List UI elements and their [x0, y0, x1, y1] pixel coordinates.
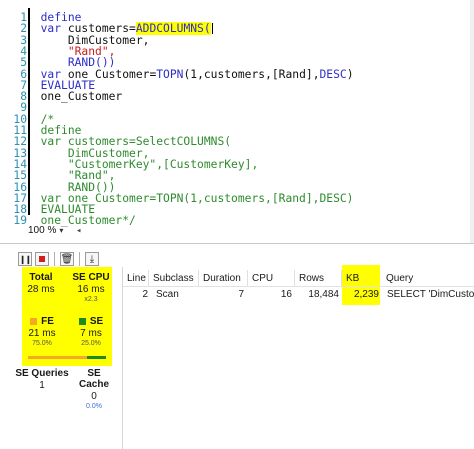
column-header-duration[interactable]: Duration [199, 270, 248, 286]
stat-se-queries-value: 1 [39, 380, 45, 391]
code-token: TOPN [156, 67, 184, 81]
export-button[interactable]: ⤓ [85, 252, 99, 266]
line-number: 5 [20, 56, 27, 70]
stat-se-cpu-label: SE CPU [72, 272, 110, 283]
trash-icon: 🗑 [60, 253, 74, 265]
line-number: 16 [13, 180, 27, 194]
stat-se-queries: SE Queries 1 [14, 368, 70, 391]
fe-ratio-segment [28, 356, 87, 359]
grid-header-divider [123, 286, 474, 287]
stat-se: SE 7 ms 25.0% [70, 316, 112, 347]
se-ratio-segment [87, 356, 106, 359]
chevron-down-icon[interactable]: ▾ [59, 226, 63, 235]
stat-se-cpu-value: 16 ms [77, 284, 105, 295]
code-token: (1,customers,[Rand], [183, 67, 320, 81]
line-number: 3 [20, 33, 27, 47]
zoom-level: 100 % [28, 225, 57, 236]
fe-se-ratio-bar [28, 356, 106, 359]
column-header-query[interactable]: Query [382, 270, 474, 286]
line-number: 2 [20, 22, 27, 36]
scroll-left-icon[interactable]: ◂ [76, 226, 81, 236]
vertical-scrollbar[interactable] [470, 0, 474, 243]
toolbar-separator [79, 252, 80, 266]
code-token: one_Customer [40, 90, 123, 104]
editor-gutter-line [28, 8, 30, 215]
stat-fe: FE 21 ms 75.0% [22, 316, 62, 347]
stat-se-cache-percent: 0.0% [86, 403, 102, 410]
line-number: 15 [13, 169, 27, 183]
stat-se-cpu-ratio: x2.3 [84, 296, 98, 303]
line-number: 12 [13, 135, 27, 149]
code-token: ) [346, 67, 354, 81]
cell-duration: 7 [238, 289, 244, 300]
stat-fe-label: FE [41, 316, 54, 327]
pause-button[interactable]: ❙❙ [18, 252, 32, 266]
stop-icon [39, 256, 45, 262]
toolbar-separator [54, 252, 55, 266]
stop-button[interactable] [35, 252, 49, 266]
pane-splitter[interactable] [0, 243, 474, 244]
stat-fe-value: 21 ms [28, 328, 56, 339]
column-header-cpu[interactable]: CPU [248, 270, 295, 286]
se-color-swatch [78, 317, 86, 325]
stat-total: Total 28 ms [24, 272, 58, 295]
server-timings-toolbar: ❙❙ 🗑 ⤓ [18, 251, 102, 267]
cell-kb: 2,239 [353, 289, 379, 300]
stat-fe-percent: 75.0% [32, 340, 52, 347]
cell-rows: 18,484 [308, 289, 339, 300]
line-number: 19 [13, 214, 27, 228]
stat-se-value: 7 ms [80, 328, 102, 339]
stat-se-cache-label: SE Cache [78, 368, 109, 390]
code-line: 19 one_Customer*/ [0, 214, 135, 228]
stat-total-value: 28 ms [27, 284, 55, 295]
stat-se-label: SE [89, 316, 104, 327]
dax-code-editor[interactable]: 1 define 2 var customers=ADDCOLUMNS(3 Dim… [0, 0, 474, 243]
stat-se-cache-value: 0 [91, 391, 97, 402]
stat-se-percent: 25.0% [81, 340, 101, 347]
column-header-line[interactable]: Line [123, 270, 149, 286]
fe-color-swatch [30, 317, 38, 325]
stat-se-queries-label: SE Queries [15, 368, 69, 379]
text-caret [211, 23, 213, 35]
column-header-rows[interactable]: Rows [295, 270, 342, 286]
stat-se-cpu: SE CPU 16 ms x2.3 [68, 272, 114, 303]
stat-se-cache: SE Cache 0 0.0% [72, 368, 116, 410]
clear-button[interactable]: 🗑 [60, 252, 74, 266]
column-header-kb[interactable]: KB [342, 270, 382, 286]
line-number: 6 [20, 67, 27, 81]
cell-line: 2 [142, 289, 148, 300]
cell-cpu: 16 [280, 289, 292, 300]
line-number: 13 [13, 146, 27, 160]
zoom-control[interactable]: 100 % ▾ [28, 224, 63, 237]
line-number: 9 [20, 101, 27, 115]
code-line: 8 one_Customer [0, 91, 122, 102]
cell-subclass: Scan [156, 289, 179, 300]
column-header-subclass[interactable]: Subclass [149, 270, 199, 286]
download-icon: ⤓ [89, 253, 95, 265]
code-token: DESC [319, 67, 347, 81]
stat-total-label: Total [29, 272, 53, 283]
cell-query: SELECT 'DimCustom [387, 289, 474, 300]
pause-icon: ❙❙ [19, 254, 31, 264]
